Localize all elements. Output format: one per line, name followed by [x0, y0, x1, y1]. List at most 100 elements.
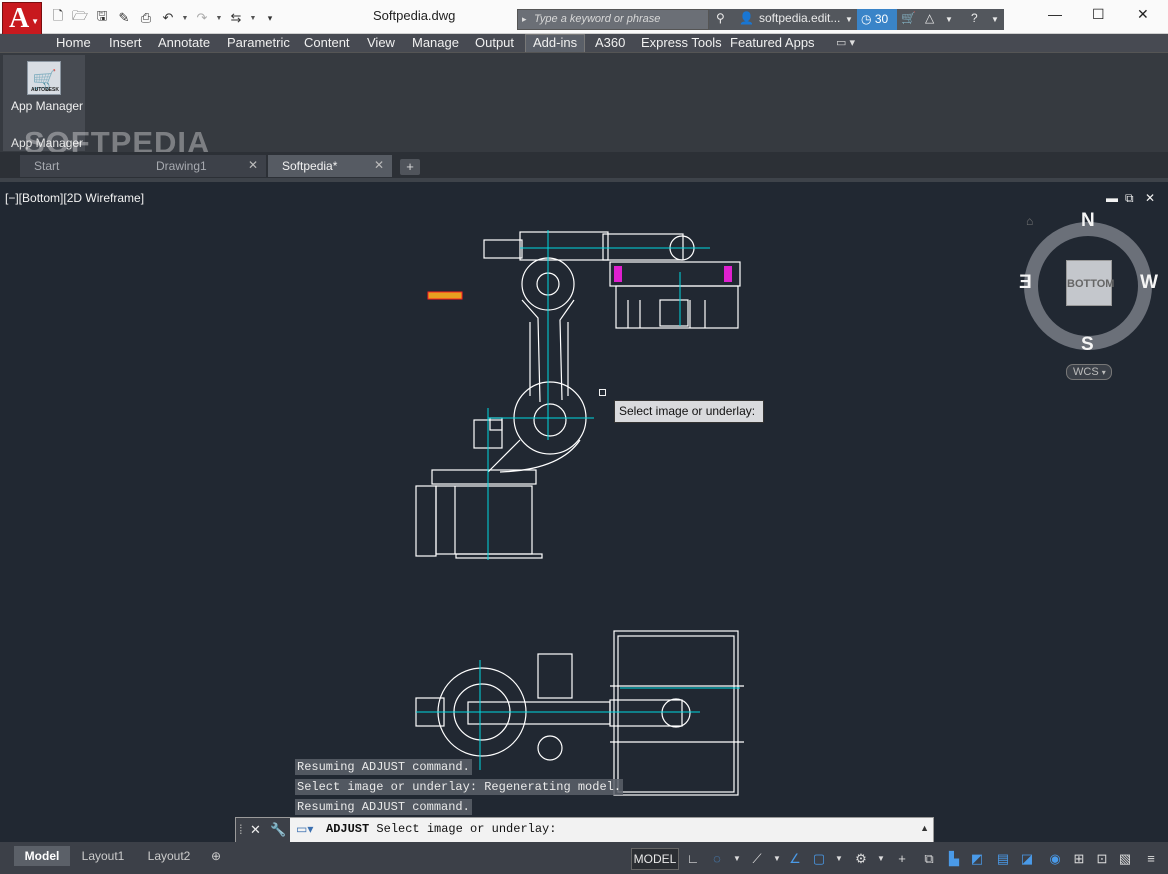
tab-drawing1[interactable]: Drawing1 ✕ [142, 155, 266, 177]
save-icon[interactable]: 🖫 [92, 8, 112, 28]
cart-icon[interactable]: 🛒 [901, 11, 916, 25]
tab-a360[interactable]: A360 [595, 35, 625, 50]
search-input[interactable]: ▸ Type a keyword or phrase [517, 9, 709, 30]
small-image-marker[interactable] [427, 291, 463, 300]
units-icon[interactable]: ⊞ [1070, 850, 1088, 868]
tab-express-tools[interactable]: Express Tools [641, 35, 722, 50]
wcs-menu[interactable]: WCS ▾ [1066, 364, 1112, 380]
command-name: ADJUST [326, 822, 370, 836]
annotation-settings-icon[interactable]: ⚙ [852, 850, 870, 868]
ribbon-tabs: Home Insert Annotate Parametric Content … [0, 34, 1168, 52]
object-snap-tracking-icon[interactable]: ∠ [786, 850, 804, 868]
user-icon[interactable]: 👤 [739, 11, 754, 25]
binoculars-icon[interactable]: ⚲ [716, 11, 725, 25]
user-dropdown-icon[interactable]: ▼ [845, 15, 853, 24]
tab-output[interactable]: Output [475, 35, 514, 50]
customize-toolbar-icon[interactable]: ▾ [260, 8, 280, 28]
add-layout-icon[interactable]: ⊕ [206, 846, 226, 866]
command-line[interactable]: ⁞ ✕ 🔧 ▭▾ ADJUST Select image or underlay… [235, 817, 934, 843]
help-dropdown-icon[interactable]: ▼ [991, 15, 999, 24]
graphics-performance-icon[interactable]: ▧ [1116, 850, 1134, 868]
customization-menu-icon[interactable]: ≡ [1142, 850, 1160, 868]
tab-insert[interactable]: Insert [109, 35, 142, 50]
redo-dropdown-icon[interactable]: ▼ [214, 8, 224, 28]
app-manager-button[interactable]: 🛒 AUTODESK [27, 61, 61, 95]
app-manager-label[interactable]: App Manager [11, 99, 83, 113]
tab-content[interactable]: Content [304, 35, 350, 50]
notifications-badge[interactable]: ◷ 30 [857, 9, 897, 30]
tab-softpedia[interactable]: Softpedia* ✕ [268, 155, 392, 177]
close-button[interactable]: ✕ [1137, 6, 1149, 23]
tab-layout1[interactable]: Layout1 [72, 846, 134, 866]
print-icon[interactable]: ⎙ [136, 8, 156, 28]
undo-dropdown-icon[interactable]: ▼ [180, 8, 190, 28]
tab-manage[interactable]: Manage [412, 35, 459, 50]
center-lines [416, 230, 740, 770]
compass-west[interactable]: W [1140, 272, 1158, 294]
workspace-switch-icon[interactable]: ◉ [1046, 850, 1064, 868]
close-command-line-icon[interactable]: ✕ [250, 822, 261, 838]
a360-dropdown-icon[interactable]: ▼ [945, 15, 953, 24]
object-snap-dropdown-icon[interactable]: ▼ [830, 850, 848, 868]
clean-screen-icon[interactable]: ◪ [1018, 850, 1036, 868]
tab-annotate[interactable]: Annotate [158, 35, 210, 50]
grid-snap-icon[interactable]: ∟ [684, 850, 702, 868]
polar-tracking-icon[interactable]: ◌ [708, 850, 726, 868]
command-history-scroll-icon[interactable]: ▲ [920, 823, 929, 833]
a360-icon[interactable]: △ [925, 11, 934, 25]
recent-commands-icon[interactable]: ▭▾ [296, 822, 313, 836]
new-file-icon[interactable]: 🗋 [48, 8, 68, 28]
command-input[interactable]: ADJUST Select image or underlay: [326, 822, 556, 836]
command-tooltip: Select image or underlay: [614, 400, 764, 423]
save-as-icon[interactable]: ✎ [114, 8, 134, 28]
close-tab-icon[interactable]: ✕ [248, 158, 258, 172]
tab-parametric[interactable]: Parametric [227, 35, 290, 50]
maximize-button[interactable]: ☐ [1092, 6, 1105, 23]
tab-start[interactable]: Start [20, 155, 148, 177]
quick-properties-icon[interactable]: ⧉ [920, 850, 938, 868]
tab-layout2[interactable]: Layout2 [138, 846, 200, 866]
compass-south[interactable]: S [1081, 334, 1094, 356]
user-signin-label[interactable]: softpedia.edit... [759, 11, 840, 25]
autodesk-brand-mark: AUTODESK [31, 87, 59, 93]
search-expand-icon[interactable]: ▸ [522, 14, 527, 25]
customize-wrench-icon[interactable]: 🔧 [270, 822, 286, 838]
object-snap-icon[interactable]: ▢ [810, 850, 828, 868]
tab-model[interactable]: Model [14, 846, 70, 866]
hardware-acceleration-icon[interactable]: ▤ [994, 850, 1012, 868]
ribbon-minimize-toggle-icon[interactable]: ▭ ▾ [836, 36, 855, 49]
tab-home[interactable]: Home [56, 35, 91, 50]
share-icon[interactable]: ⇆ [226, 8, 246, 28]
compass-east[interactable]: E [1019, 272, 1032, 294]
command-line-grip[interactable]: ⁞ ✕ 🔧 [236, 818, 290, 842]
model-space-button[interactable]: MODEL [631, 848, 679, 870]
grip-handle-icon[interactable]: ⁞ [239, 822, 243, 837]
redo-icon[interactable]: ↷ [192, 8, 212, 28]
viewcube-home-icon[interactable]: ⌂ [1026, 214, 1033, 228]
tab-view[interactable]: View [367, 35, 395, 50]
compass-north[interactable]: N [1081, 210, 1095, 232]
help-icon[interactable]: ? [971, 11, 978, 25]
viewcube-face[interactable]: BOTTOM [1066, 260, 1114, 306]
tab-add-ins[interactable]: Add-ins [525, 34, 586, 52]
undo-icon[interactable]: ↶ [158, 8, 178, 28]
wcs-label: WCS [1073, 366, 1099, 378]
tab-featured-apps[interactable]: Featured Apps [730, 35, 815, 50]
isodraft-icon[interactable]: ⟋ [748, 850, 766, 868]
new-tab-button[interactable]: + [400, 159, 420, 175]
quick-view-icon[interactable]: ⊡ [1093, 850, 1111, 868]
isolate-objects-icon[interactable]: ◩ [968, 850, 986, 868]
quick-access-toolbar: 🗋 🗁 🖫 ✎ ⎙ ↶ ▼ ↷ ▼ ⇆ ▼ ▾ [48, 8, 280, 28]
close-tab-icon[interactable]: ✕ [374, 158, 384, 172]
polar-dropdown-icon[interactable]: ▼ [728, 850, 746, 868]
isodraft-dropdown-icon[interactable]: ▼ [768, 850, 786, 868]
infocenter-bar: ⚲ 👤 softpedia.edit... ▼ ◷ 30 🛒 △ ▼ ? ▼ [709, 9, 1004, 30]
share-dropdown-icon[interactable]: ▼ [248, 8, 258, 28]
doc-tab-label: Start [34, 159, 60, 173]
open-file-icon[interactable]: 🗁 [70, 8, 90, 28]
add-workspace-icon[interactable]: + [893, 850, 911, 868]
annotation-dropdown-icon[interactable]: ▼ [872, 850, 890, 868]
minimize-button[interactable]: — [1048, 6, 1062, 22]
lock-ui-icon[interactable]: ▙ [945, 850, 963, 868]
pick-box-cursor [599, 389, 606, 396]
